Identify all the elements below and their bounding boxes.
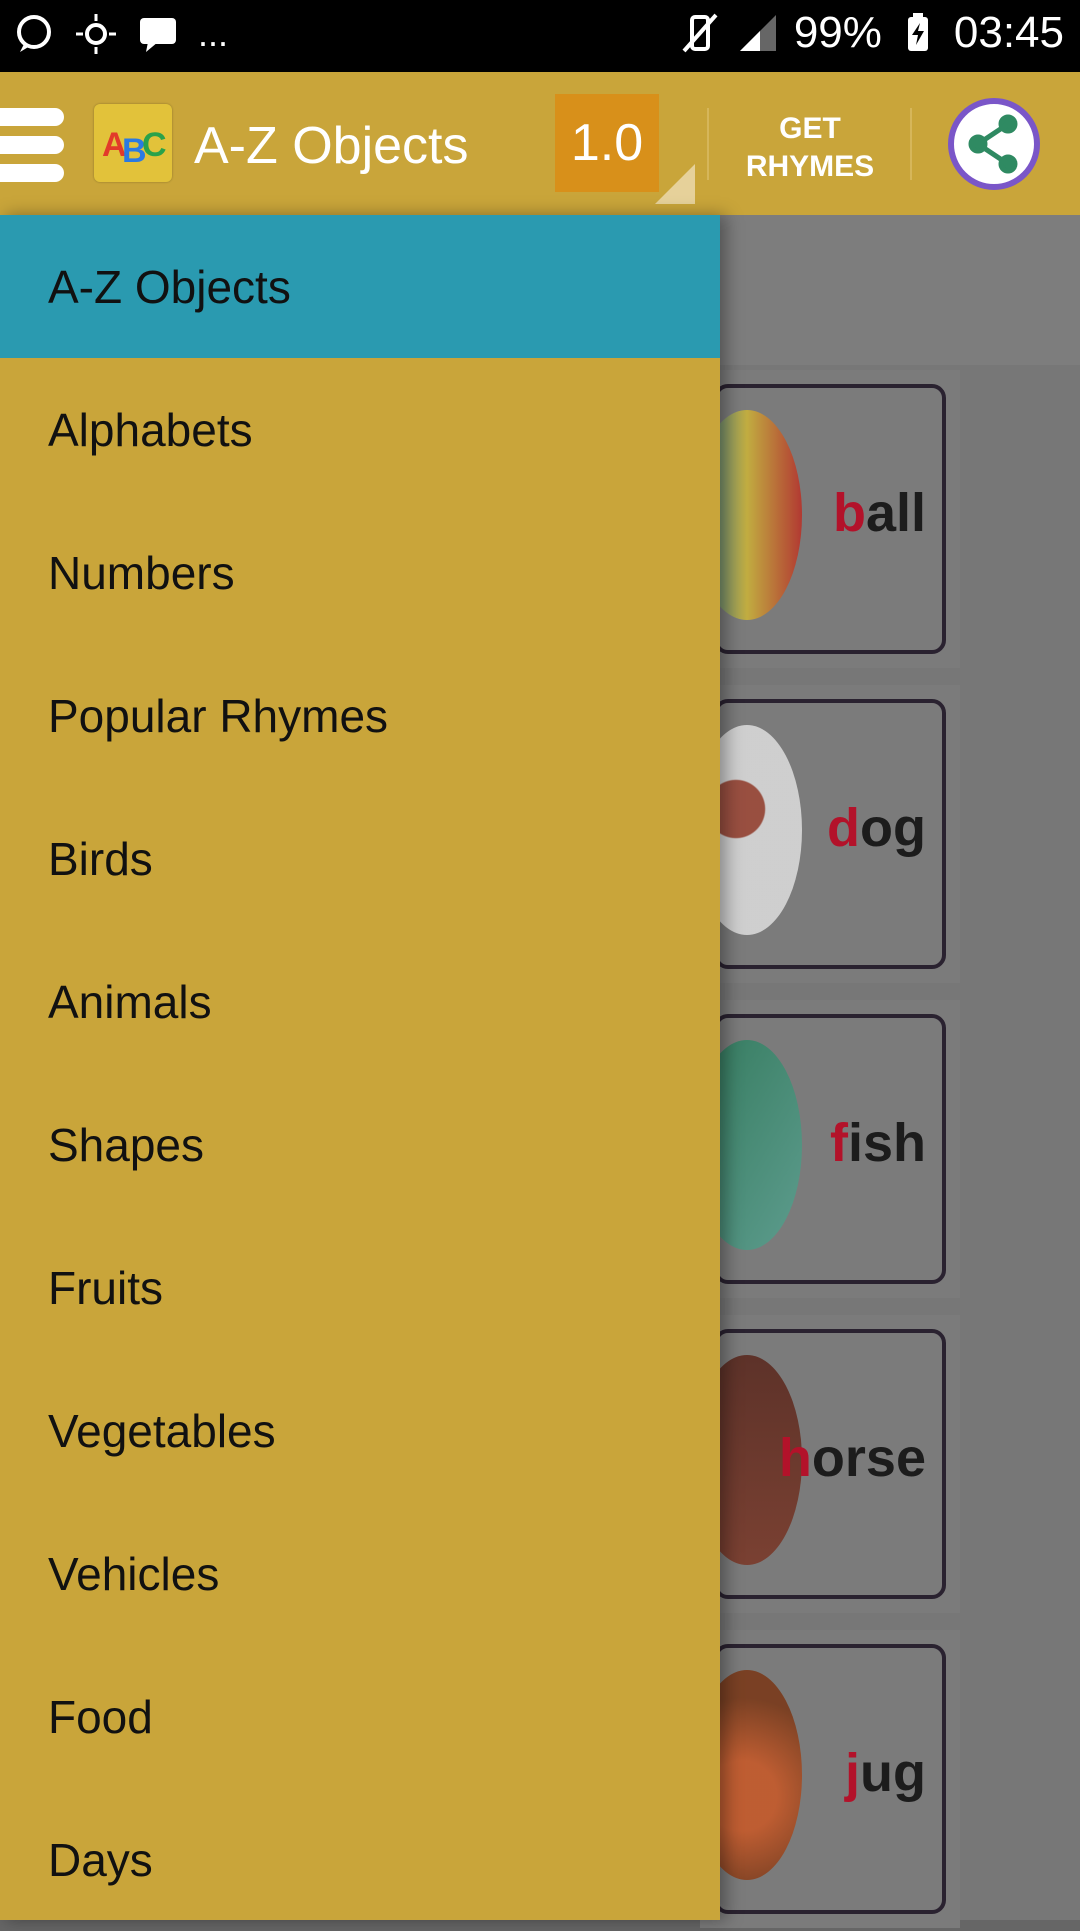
drawer-item-label: Food — [48, 1690, 153, 1743]
svg-text:C: C — [142, 126, 167, 164]
drawer-item-label: Vegetables — [48, 1404, 276, 1457]
divider — [910, 108, 912, 180]
menu-icon[interactable] — [0, 98, 64, 188]
drawer-item-label: Numbers — [48, 546, 235, 599]
drawer-item-label: Days — [48, 1833, 153, 1886]
drawer-item-label: Alphabets — [48, 403, 253, 456]
share-icon — [968, 114, 1018, 174]
share-button[interactable] — [948, 98, 1040, 190]
drawer-item-animals[interactable]: Animals — [0, 930, 720, 1073]
drawer-item-label: Birds — [48, 832, 153, 885]
drawer-item-popular-rhymes[interactable]: Popular Rhymes — [0, 644, 720, 787]
card-word: dog — [827, 798, 926, 858]
drawer-item-vehicles[interactable]: Vehicles — [0, 1502, 720, 1645]
card-ball[interactable]: ball — [692, 370, 960, 668]
drawer-item-food[interactable]: Food — [0, 1645, 720, 1788]
card-horse[interactable]: horse — [692, 1315, 960, 1613]
status-bar: ... 99% 03:45 — [0, 0, 1080, 72]
clock: 03:45 — [953, 8, 1064, 57]
drawer-item-label: Shapes — [48, 1118, 205, 1171]
drawer-item-label: Fruits — [48, 1261, 163, 1314]
battery-charging-icon — [907, 13, 928, 51]
drawer-item-shapes[interactable]: Shapes — [0, 1073, 720, 1216]
vibrate-mute-icon — [682, 13, 718, 53]
drawer-item-a-z-objects[interactable]: A-Z Objects — [0, 215, 720, 358]
card-word: horse — [778, 1428, 926, 1488]
drawer-item-label: Animals — [48, 975, 212, 1028]
battery-percent: 99% — [793, 8, 882, 57]
drawer-item-birds[interactable]: Birds — [0, 787, 720, 930]
version-dropdown-indicator — [655, 164, 695, 204]
sun-icon — [76, 14, 116, 54]
get-rhymes-button[interactable]: GET RHYMES — [720, 110, 900, 186]
drawer-item-days[interactable]: Days — [0, 1788, 720, 1931]
message-icon — [140, 18, 176, 52]
divider — [707, 108, 709, 180]
drawer-item-label: Popular Rhymes — [48, 689, 389, 742]
drawer-item-numbers[interactable]: Numbers — [0, 501, 720, 644]
card-word: ball — [832, 483, 926, 543]
card-jug[interactable]: jug — [692, 1630, 960, 1928]
card-fish[interactable]: fish — [692, 1000, 960, 1298]
version-badge[interactable]: 1.0 — [555, 94, 659, 192]
drawer-item-alphabets[interactable]: Alphabets — [0, 358, 720, 501]
card-dog[interactable]: dog — [692, 685, 960, 983]
drawer-item-fruits[interactable]: Fruits — [0, 1216, 720, 1359]
chat-bubble-icon — [17, 15, 51, 52]
app-logo: A B C — [94, 104, 172, 182]
drawer-item-vegetables[interactable]: Vegetables — [0, 1359, 720, 1502]
app-title: A-Z Objects — [194, 117, 469, 175]
signal-icon — [739, 15, 776, 51]
drawer-item-label: Vehicles — [48, 1547, 220, 1600]
navigation-drawer: A-Z Objects Alphabets Numbers Popular Rh… — [0, 215, 720, 1920]
card-word: jug — [845, 1743, 926, 1803]
drawer-item-label: A-Z Objects — [48, 260, 291, 313]
app-bar: A B C A-Z Objects 1.0 GET RHYMES — [0, 72, 1080, 215]
more-dots-icon: ... — [198, 13, 229, 54]
card-word: fish — [829, 1113, 926, 1173]
